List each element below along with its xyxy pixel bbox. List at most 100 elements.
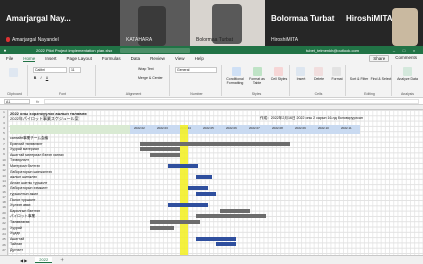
delete-cells-icon[interactable] (314, 67, 323, 76)
row-number[interactable]: 18 (0, 200, 8, 204)
tab-review[interactable]: Review (150, 56, 165, 61)
task-cell[interactable]: Ашигтай материал бэлэн хангах (10, 153, 64, 157)
task-cell[interactable]: Ерөнхий төлөвлөлт (10, 142, 43, 146)
row-number[interactable]: 22 (0, 221, 8, 225)
task-cell[interactable]: Хуурай материал (10, 147, 39, 151)
name-box[interactable]: A1 (4, 99, 30, 104)
row-number[interactable]: 6 (0, 137, 8, 141)
tab-help[interactable]: Help (195, 56, 204, 61)
format-cells-icon[interactable] (332, 67, 341, 76)
gantt-bar (196, 175, 212, 180)
row-number[interactable]: 2 (0, 115, 8, 119)
task-cell[interactable]: туршилтын ажил (10, 192, 38, 196)
task-cell[interactable]: パイロット事業 (10, 214, 35, 219)
row-number[interactable]: 11 (0, 163, 8, 167)
row-number[interactable]: 9 (0, 152, 8, 156)
row-number[interactable]: 5 (0, 131, 8, 135)
task-cell[interactable]: Анхан шатны туршилт (10, 181, 47, 185)
tab-insert[interactable]: Insert (45, 56, 56, 61)
number-format-select[interactable]: General (175, 67, 217, 73)
participant-tile-5[interactable]: HiroshiMITA (340, 0, 423, 46)
analyze-data-icon[interactable] (403, 67, 412, 76)
task-cell[interactable]: сангийн事業チーム会議 (10, 136, 48, 141)
comments-button[interactable]: Comments (395, 55, 417, 62)
row-number[interactable]: 13 (0, 174, 8, 178)
month-label: 2022.05 (203, 126, 214, 130)
user-email[interactable]: tubet_telmenkh@outlook.com (306, 48, 359, 53)
row-number[interactable]: 24 (0, 232, 8, 236)
row-number[interactable]: 23 (0, 227, 8, 231)
row-number[interactable]: 8 (0, 147, 8, 151)
task-cell[interactable]: Хуурай (10, 226, 22, 230)
row-number[interactable]: 17 (0, 195, 8, 199)
task-cell[interactable]: Ашигтай (10, 237, 24, 241)
row-number[interactable]: 3 (0, 121, 8, 125)
row-number[interactable]: 26 (0, 243, 8, 247)
conditional-formatting-icon[interactable] (232, 67, 241, 76)
underline-icon[interactable]: U (45, 76, 49, 80)
row-number[interactable]: 19 (0, 205, 8, 209)
find-select-button[interactable]: Find & Select (370, 77, 392, 81)
participant-tile-3[interactable]: Bolormaa Turbat (190, 0, 265, 46)
tab-formulas[interactable]: Formulas (102, 56, 121, 61)
row-number[interactable]: 1 (0, 110, 8, 114)
task-cell[interactable]: Хүлээн авах (10, 203, 31, 207)
task-cell[interactable]: Материал бэлтгэх (10, 164, 40, 168)
italic-icon[interactable]: I (39, 76, 43, 80)
row-number[interactable]: 10 (0, 158, 8, 162)
task-cell[interactable]: Тайлан (10, 242, 22, 246)
row-number[interactable]: 7 (0, 142, 8, 146)
gantt-bar (216, 242, 236, 247)
row-headers[interactable]: 1 2 3 4 5 6 7 8 9 10 11 12 13 14 15 16 17 18 19 20 21 22 23 24 2… (0, 110, 8, 255)
row-number[interactable]: 20 (0, 211, 8, 215)
add-sheet-icon[interactable]: ＋ (60, 257, 64, 263)
task-cell[interactable]: Барилгын бэлтгэл (10, 209, 40, 213)
merge-center-button[interactable]: Merge & Center (138, 76, 168, 80)
insert-cells-icon[interactable] (296, 67, 305, 76)
task-cell[interactable]: Дүгнэлт (10, 248, 23, 252)
sort-filter-button[interactable]: Sort & Filter (348, 77, 370, 81)
tab-file[interactable]: File (6, 56, 13, 61)
participant-tile-4[interactable]: Bolormaa Turbat HiroshiMITA (265, 0, 340, 46)
row-number[interactable]: 25 (0, 237, 8, 241)
row-number[interactable]: 15 (0, 184, 8, 188)
tab-data[interactable]: Data (131, 56, 141, 61)
row-number[interactable]: 27 (0, 248, 8, 252)
task-cell[interactable]: Лабораторын хэмжилт (10, 186, 48, 190)
font-size-select[interactable]: 11 (69, 67, 81, 73)
task-cell[interactable]: Төлөвлөгөө (10, 220, 30, 224)
search-box[interactable] (120, 47, 191, 53)
formula-input[interactable] (44, 99, 419, 104)
fx-icon[interactable]: fx (36, 99, 39, 104)
maximize-icon[interactable]: □ (399, 48, 409, 53)
row-number[interactable]: 16 (0, 190, 8, 194)
bold-icon[interactable]: B (33, 76, 37, 80)
tab-page-layout[interactable]: Page Layout (67, 56, 92, 61)
row-number[interactable]: 21 (0, 216, 8, 220)
task-cell[interactable]: Лабораторын шинжилгээ (10, 170, 52, 174)
tab-view[interactable]: View (175, 56, 185, 61)
row-number[interactable]: 14 (0, 179, 8, 183)
task-cell[interactable]: Хүдэр (10, 231, 20, 235)
wrap-text-button[interactable]: Wrap Text (138, 67, 168, 71)
format-table-icon[interactable] (253, 67, 262, 76)
sheet-tab[interactable]: 2022 (35, 257, 53, 263)
close-icon[interactable]: × (409, 48, 419, 53)
font-name-select[interactable]: Calibri (33, 67, 67, 73)
paste-icon[interactable] (9, 68, 18, 77)
spreadsheet-grid[interactable]: 1 2 3 4 5 6 7 8 9 10 11 12 13 14 15 16 17 18 19 20 21 22 23 24 2… (0, 105, 423, 255)
participant-tile-1[interactable]: Amarjargal Nay... Amarjargal Nayandel (0, 0, 120, 46)
share-button[interactable]: Share (369, 55, 390, 62)
sheet-nav-icon[interactable]: ◀ ▶ (20, 258, 27, 263)
tab-home[interactable]: Home (23, 56, 36, 62)
task-cell[interactable]: Тээвэрлэлт (10, 158, 29, 162)
task-cell[interactable]: ажлын шинжлэх (10, 175, 37, 179)
participant-tile-2[interactable]: KATAHARA (120, 0, 190, 46)
autosave-icon[interactable]: ⏺ (4, 48, 6, 53)
format-table-label: Format as Table (249, 77, 265, 85)
cell-styles-icon[interactable] (274, 67, 283, 76)
minimize-icon[interactable]: – (389, 48, 399, 53)
task-cell[interactable]: Пилот туршилт (10, 198, 35, 202)
row-number[interactable]: 4 (0, 126, 8, 130)
row-number[interactable]: 12 (0, 168, 8, 172)
